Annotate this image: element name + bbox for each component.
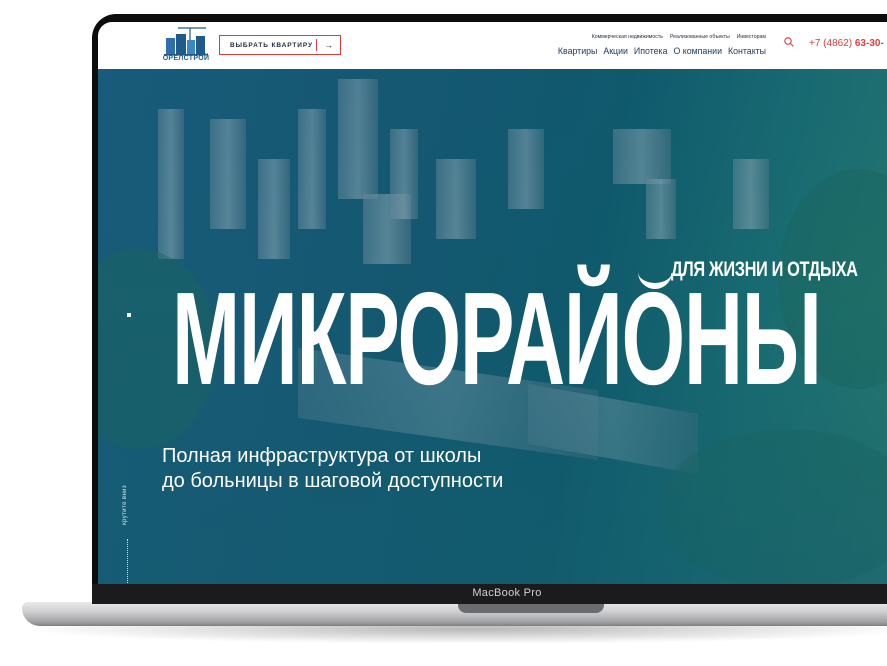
nav-apartments[interactable]: Квартиры bbox=[558, 46, 597, 56]
laptop-base bbox=[22, 602, 887, 626]
building-crane-icon bbox=[164, 27, 208, 56]
nav-contacts[interactable]: Контакты bbox=[728, 46, 766, 56]
logo-text: ОРЁЛСТРОЙ bbox=[162, 55, 210, 62]
cta-label: ВЫБРАТЬ КВАРТИРУ bbox=[230, 41, 313, 49]
laptop-mockup: MacBook Pro ОРЁЛСТРОЙ ВЫБРАТЬ КВАРТИРУ →… bbox=[0, 0, 887, 666]
nav-promotions[interactable]: Акции bbox=[603, 46, 628, 56]
nav-investors[interactable]: Инвесторам bbox=[737, 34, 766, 40]
choose-apartment-button[interactable]: ВЫБРАТЬ КВАРТИРУ → bbox=[219, 35, 341, 55]
nav-commercial[interactable]: Коммерческая недвижимость bbox=[592, 34, 663, 40]
laptop-notch bbox=[458, 604, 604, 613]
nav-completed[interactable]: Реализованные объекты bbox=[670, 34, 730, 40]
scroll-line bbox=[127, 539, 129, 584]
nav-mortgage[interactable]: Ипотека bbox=[634, 46, 668, 56]
scroll-hint: крутите вниз bbox=[122, 484, 128, 525]
website-screen: ОРЁЛСТРОЙ ВЫБРАТЬ КВАРТИРУ → Коммерческа… bbox=[98, 22, 887, 584]
hero-section: ДЛЯ ЖИЗНИ И ОТДЫХА МИКРОРАЙОНЫ Полная ин… bbox=[98, 69, 887, 584]
phone-link[interactable]: +7 (4862) 63-30- bbox=[809, 38, 884, 49]
site-logo[interactable]: ОРЁЛСТРОЙ bbox=[162, 26, 210, 66]
hero-description: Полная инфраструктура от школы до больни… bbox=[162, 444, 503, 494]
hero-title: МИКРОРАЙОНЫ bbox=[172, 265, 822, 412]
laptop-hinge: MacBook Pro bbox=[92, 584, 887, 604]
nav-about[interactable]: О компании bbox=[673, 46, 722, 56]
site-header: ОРЁЛСТРОЙ ВЫБРАТЬ КВАРТИРУ → Коммерческа… bbox=[98, 22, 887, 69]
hero-description-line2: до больницы в шаговой доступности bbox=[162, 470, 504, 492]
main-nav: Квартиры Акции Ипотека О компании Контак… bbox=[558, 46, 766, 56]
device-label: MacBook Pro bbox=[472, 587, 542, 599]
top-nav: Коммерческая недвижимость Реализованные … bbox=[592, 34, 766, 40]
hero-description-line1: Полная инфраструктура от школы bbox=[162, 445, 482, 467]
phone-prefix: +7 (4862) bbox=[809, 38, 853, 49]
search-icon[interactable] bbox=[784, 37, 794, 47]
slider-indicator[interactable] bbox=[127, 313, 131, 317]
phone-number: 63-30- bbox=[854, 38, 884, 49]
arrow-right-icon: → bbox=[324, 40, 333, 50]
